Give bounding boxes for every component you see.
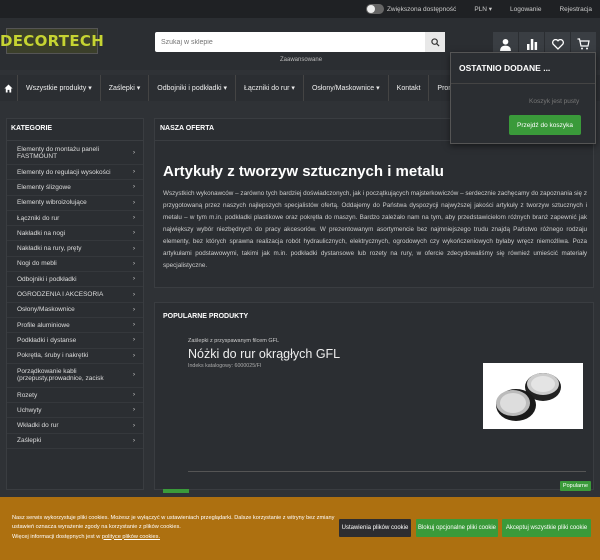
category-item[interactable]: Wkładki do rur › bbox=[7, 418, 143, 434]
category-item[interactable]: Odbojniki i podkładki › bbox=[7, 272, 143, 288]
nav-oslony[interactable]: Osłony/Maskownice ▾ bbox=[304, 75, 389, 101]
category-item[interactable]: Nogi do mebli › bbox=[7, 257, 143, 273]
divider bbox=[188, 471, 586, 472]
cookie-banner: Nasz serwis wykorzystuje pliki cookies. … bbox=[0, 497, 600, 560]
category-item[interactable]: Porządkowanie kabli (przepusty,prowadnic… bbox=[7, 364, 143, 388]
category-item[interactable]: Podkładki i dystanse › bbox=[7, 333, 143, 349]
category-item[interactable]: Elementy wibroizolujące › bbox=[7, 196, 143, 211]
sidebar-title: KATEGORIE bbox=[7, 119, 143, 141]
category-item[interactable]: Profile aluminiowe › bbox=[7, 318, 143, 334]
advanced-search-link[interactable]: Zaawansowane bbox=[280, 57, 322, 63]
search-icon bbox=[430, 37, 440, 47]
cookie-accept-button[interactable]: Akceptuj wszystkie pliki cookie bbox=[502, 519, 591, 537]
recently-added-dropdown: OSTATNIO DODANE ... Koszyk jest pusty Pr… bbox=[450, 52, 596, 144]
category-item[interactable]: OGRODZENIA I AKCESORIA › bbox=[7, 287, 143, 303]
accessibility-label: Zwiększona dostępność bbox=[386, 5, 457, 13]
recent-info: Koszyk jest pusty bbox=[529, 98, 580, 105]
accessibility-toggle[interactable]: Zwiększona dostępność bbox=[365, 4, 457, 14]
category-item[interactable]: Elementy do regulacji wysokości › bbox=[7, 165, 143, 181]
home-icon[interactable] bbox=[0, 75, 18, 101]
nav-laczniki[interactable]: Łączniki do rur ▾ bbox=[236, 75, 304, 101]
popular-products: POPULARNE PRODUKTY Zaślepki z przyspawan… bbox=[154, 302, 594, 493]
category-item[interactable]: Łączniki do rur › bbox=[7, 211, 143, 227]
go-to-cart-button[interactable]: Przejdź do koszyka bbox=[509, 115, 581, 135]
category-item[interactable]: Nakładki na nogi › bbox=[7, 226, 143, 242]
category-item[interactable]: Rozety › bbox=[7, 388, 143, 404]
category-sidebar: KATEGORIE Elementy do montażu paneli FAS… bbox=[6, 118, 144, 490]
category-item[interactable]: Elementy ślizgowe › bbox=[7, 180, 143, 196]
nav-zaslepki[interactable]: Zaślepki ▾ bbox=[101, 75, 150, 101]
product-index: Indeks katalogowy: 6000025/FI bbox=[188, 363, 262, 369]
cookie-block-button[interactable]: Blokuj opcjonalne pliki cookie bbox=[416, 519, 498, 537]
carousel-indicator[interactable] bbox=[163, 489, 189, 493]
currency-select[interactable]: PLN ▾ bbox=[474, 5, 492, 13]
category-item[interactable]: Zaślepki › bbox=[7, 434, 143, 450]
search-input[interactable] bbox=[155, 32, 425, 52]
offer-heading: Artykuły z tworzyw sztucznych i metalu bbox=[163, 163, 444, 180]
category-item[interactable]: Uchwyty › bbox=[7, 403, 143, 419]
product-category[interactable]: Zaślepki z przyspawanym filcem GFL bbox=[188, 338, 279, 344]
category-item[interactable]: Nakładki na rury, pręty › bbox=[7, 241, 143, 257]
offer-text: Wszystkich wykonawców – zarówno tych bar… bbox=[163, 190, 587, 269]
search-bar bbox=[155, 32, 445, 52]
category-item[interactable]: Elementy do montażu paneli FASTMOUNT › bbox=[7, 141, 143, 165]
toggle-switch-icon[interactable] bbox=[365, 4, 384, 14]
popular-badge: Popularne bbox=[559, 481, 591, 491]
cookie-text: Nasz serwis wykorzystuje pliki cookies. … bbox=[12, 515, 335, 540]
product-name[interactable]: Nóżki do rur okrągłych GFL bbox=[188, 347, 340, 361]
category-item[interactable]: Osłony/Maskownice › bbox=[7, 303, 143, 318]
register-link[interactable]: Rejestracja bbox=[559, 6, 592, 13]
nav-odbojniki[interactable]: Odbojniki i podkładki ▾ bbox=[149, 75, 236, 101]
recent-title: OSTATNIO DODANE ... bbox=[451, 53, 595, 84]
login-link[interactable]: Logowanie bbox=[510, 6, 541, 13]
cookie-settings-button[interactable]: Ustawienia plików cookie bbox=[339, 519, 411, 537]
product-image[interactable] bbox=[483, 363, 583, 429]
popular-title: POPULARNE PRODUKTY bbox=[163, 313, 249, 320]
top-bar: Zwiększona dostępność PLN ▾ Logowanie Re… bbox=[0, 0, 600, 18]
nav-all-products[interactable]: Wszystkie produkty ▾ bbox=[18, 75, 101, 101]
cookie-policy-link[interactable]: polityce plików cookies. bbox=[102, 534, 160, 540]
category-item[interactable]: Pokrętła, śruby i nakrętki › bbox=[7, 349, 143, 364]
nav-kontakt[interactable]: Kontakt bbox=[389, 75, 430, 101]
search-button[interactable] bbox=[425, 32, 445, 52]
logo[interactable]: DECORTECH bbox=[0, 28, 104, 54]
